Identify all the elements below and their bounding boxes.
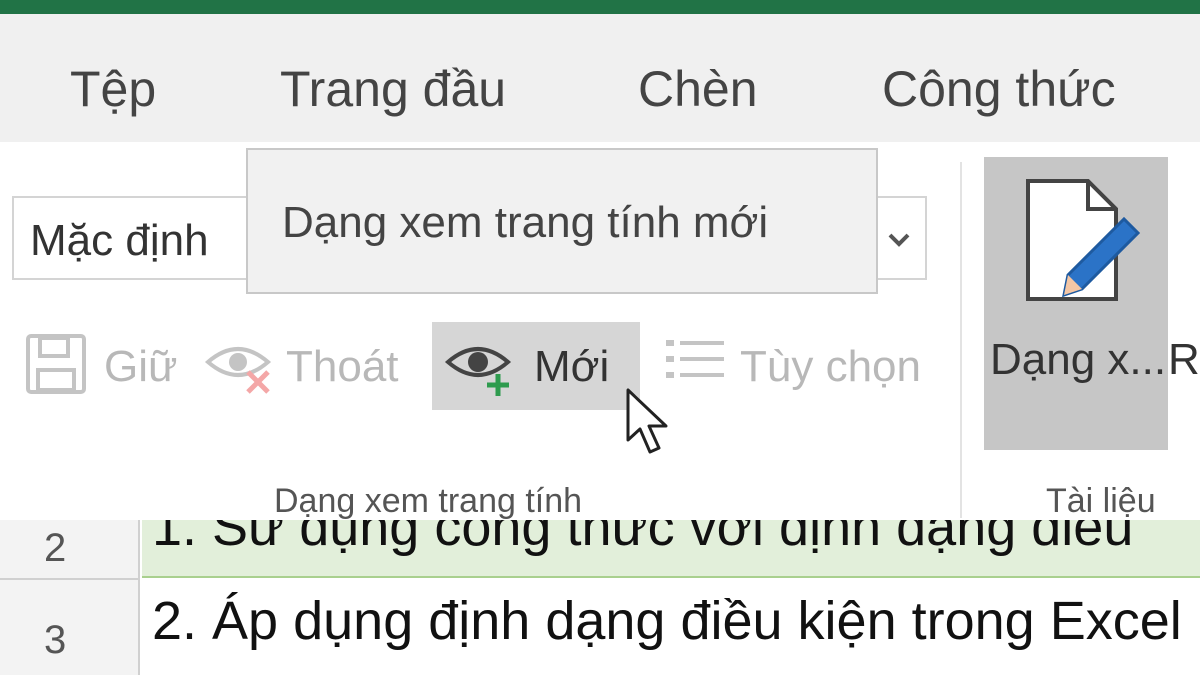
tab-file[interactable]: Tệp: [70, 64, 156, 114]
save-icon: [26, 334, 86, 394]
document-view-button[interactable]: Dạng x...: [984, 157, 1168, 450]
ribbon-tab-bar: Tệp Trang đầu Chèn Công thức: [0, 14, 1200, 142]
document-view-label: Dạng x...: [990, 335, 1167, 384]
cell-text: 1. Sử dụng công thức với định dạng điều: [152, 520, 1134, 557]
mouse-cursor-icon: [626, 388, 668, 454]
cell-row-3[interactable]: 2. Áp dụng định dạng điều kiện trong Exc…: [142, 578, 1200, 675]
list-icon: [666, 340, 724, 378]
cell-text: 2. Áp dụng định dạng điều kiện trong Exc…: [152, 591, 1182, 651]
group-separator: [960, 162, 962, 518]
tooltip: Dạng xem trang tính mới: [246, 148, 878, 294]
exit-button[interactable]: Thoát: [204, 322, 414, 410]
cell-row-2[interactable]: 1. Sử dụng công thức với định dạng điều: [142, 520, 1200, 578]
row-header[interactable]: 2: [0, 520, 140, 578]
document-group-label: Tài liệu: [1046, 482, 1156, 520]
row-number: 3: [44, 618, 67, 662]
tab-insert[interactable]: Chèn: [638, 64, 758, 114]
document-edit-icon: [1026, 179, 1141, 301]
eye-close-icon: [204, 347, 272, 394]
row-header[interactable]: 3: [0, 578, 140, 675]
row-number: 2: [44, 526, 67, 570]
next-command-label: R: [1168, 335, 1200, 384]
options-label: Tùy chọn: [740, 342, 921, 391]
tooltip-text: Dạng xem trang tính mới: [282, 198, 769, 247]
exit-label: Thoát: [286, 342, 399, 391]
tab-formulas[interactable]: Công thức: [882, 64, 1116, 114]
eye-add-icon: [444, 347, 512, 396]
tab-home[interactable]: Trang đầu: [280, 64, 506, 114]
keep-label: Giữ: [104, 342, 178, 391]
options-button[interactable]: Tùy chọn: [660, 322, 936, 410]
new-sheet-view-button[interactable]: Mới: [432, 322, 640, 410]
new-label: Mới: [534, 342, 610, 391]
spreadsheet-grid[interactable]: 2 1. Sử dụng công thức với định dạng điề…: [0, 520, 1200, 675]
keep-button[interactable]: Giữ: [22, 322, 182, 410]
title-bar: [0, 0, 1200, 14]
sheet-view-group-label: Dạng xem trang tính: [274, 482, 583, 520]
chevron-down-icon[interactable]: [881, 218, 917, 258]
sheet-view-dropdown-value: Mặc định: [30, 216, 209, 265]
